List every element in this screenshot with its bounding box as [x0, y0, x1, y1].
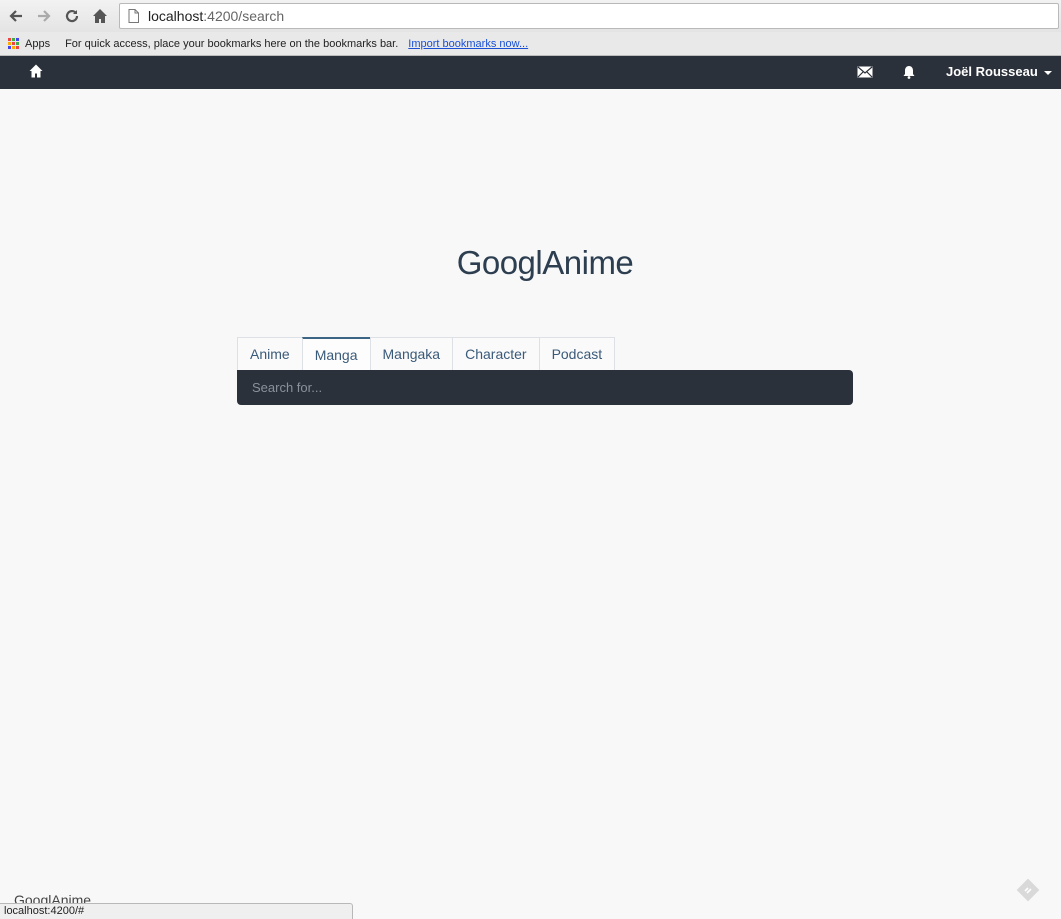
tab-anime[interactable]: Anime [237, 337, 303, 370]
mail-icon[interactable] [857, 66, 873, 78]
search-input[interactable] [237, 370, 853, 405]
app-navbar: Joël Rousseau [0, 56, 1061, 89]
tab-mangaka[interactable]: Mangaka [369, 337, 454, 370]
search-box [237, 370, 853, 405]
page-icon [128, 9, 139, 23]
browser-home-button[interactable] [86, 2, 114, 30]
bookmarks-bar: Apps For quick access, place your bookma… [0, 32, 1061, 56]
tab-character[interactable]: Character [452, 337, 540, 370]
url-path: :4200/search [203, 8, 285, 24]
import-bookmarks-link[interactable]: Import bookmarks now... [408, 38, 528, 50]
apps-label: Apps [25, 37, 51, 50]
apps-grid-icon [8, 38, 19, 49]
search-category-tabs: Anime Manga Mangaka Character Podcast [237, 337, 616, 370]
home-icon[interactable] [28, 63, 44, 79]
browser-toolbar: localhost:4200/search [0, 0, 1061, 32]
home-icon [93, 9, 107, 23]
back-arrow-icon [9, 10, 22, 22]
status-bar: localhost:4200/# [0, 903, 353, 919]
feedback-icon[interactable] [1016, 878, 1040, 902]
user-name: Joël Rousseau [946, 64, 1038, 79]
bell-icon[interactable] [903, 65, 915, 79]
tab-podcast[interactable]: Podcast [538, 337, 616, 370]
reload-button[interactable] [58, 2, 86, 30]
forward-button[interactable] [30, 2, 58, 30]
reload-icon [65, 9, 79, 23]
site-title: GooglAnime [456, 244, 634, 281]
tab-manga[interactable]: Manga [301, 337, 371, 370]
url-host: localhost [148, 8, 204, 24]
back-button[interactable] [2, 2, 30, 30]
forward-arrow-icon [38, 10, 51, 22]
caret-down-icon [1043, 70, 1052, 75]
bookmarks-hint: For quick access, place your bookmarks h… [65, 37, 399, 50]
address-bar[interactable]: localhost:4200/search [119, 3, 1059, 29]
user-menu[interactable]: Joël Rousseau [946, 64, 1052, 79]
apps-shortcut[interactable]: Apps [8, 38, 50, 50]
